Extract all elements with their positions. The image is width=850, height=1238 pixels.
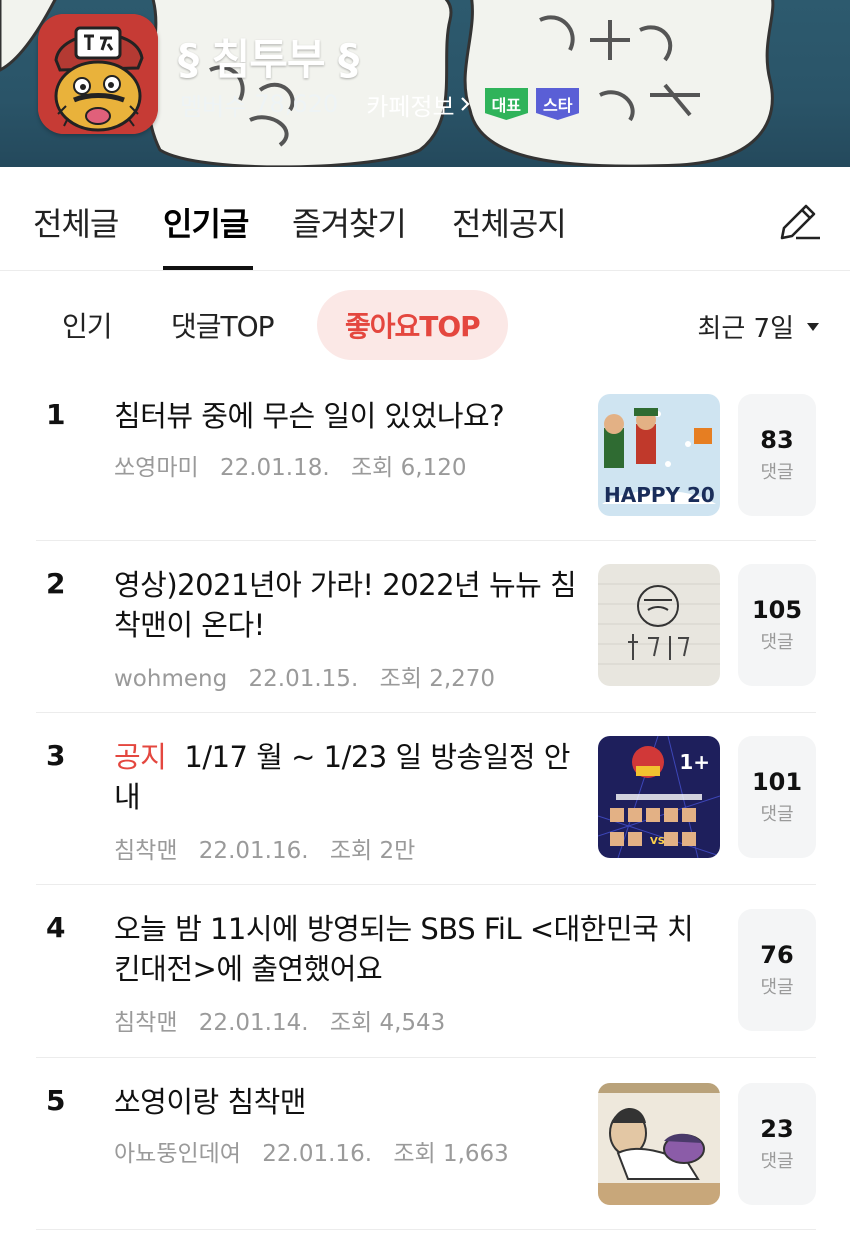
post-date: 22.01.16. — [198, 838, 309, 864]
post-title-text: 오늘 밤 11시에 방영되는 SBS FiL <대한민국 치킨대전>에 출연했어… — [114, 912, 694, 986]
post-thumbnail[interactable] — [598, 1083, 720, 1205]
post-thumbnail[interactable]: VS 1+ — [598, 736, 720, 858]
post-title-text: 영상)2021년아 가라! 2022년 뉴뉴 침착맨이 온다! — [114, 568, 577, 642]
post-item[interactable]: 5 쏘영이랑 침착맨 아뇨뚱인데여 22.01.16. 조회 1,663 23 … — [36, 1058, 816, 1230]
comment-count: 101 — [751, 768, 803, 796]
thumbnail-image: HAPPY 20 — [598, 394, 720, 516]
tab-all-notices[interactable]: 전체공지 — [452, 199, 567, 245]
post-title[interactable]: 영상)2021년아 가라! 2022년 뉴뉴 침착맨이 온다! — [114, 565, 582, 645]
comment-count-box[interactable]: 23 댓글 — [738, 1083, 816, 1205]
post-views: 조회 1,663 — [393, 1141, 509, 1167]
post-rank: 1 — [46, 398, 66, 431]
post-author: 아뇨뚱인데여 — [114, 1141, 241, 1167]
post-title[interactable]: 침터뷰 중에 무슨 일이 있었나요? — [114, 396, 582, 436]
badge-star[interactable]: 스타 — [536, 88, 580, 120]
post-rank: 2 — [46, 567, 66, 600]
post-title[interactable]: 오늘 밤 11시에 방영되는 SBS FiL <대한민국 치킨대전>에 출연했어… — [114, 909, 714, 989]
post-item[interactable]: 2 영상)2021년아 가라! 2022년 뉴뉴 침착맨이 온다! wohmen… — [36, 541, 816, 713]
pencil-icon[interactable] — [774, 194, 822, 242]
chevron-right-icon — [460, 97, 470, 111]
post-thumbnail[interactable]: HAPPY 20 — [598, 394, 720, 516]
period-dropdown[interactable]: 최근 7일 — [697, 308, 820, 345]
post-author: 쏘영마미 — [114, 455, 199, 481]
post-meta: 아뇨뚱인데여 22.01.16. 조회 1,663 — [114, 1134, 523, 1168]
comment-count: 76 — [760, 941, 794, 969]
main-tabs: 전체글 인기글 즐겨찾기 전체공지 — [0, 167, 850, 271]
cafe-info-link[interactable]: 카페정보 — [366, 87, 484, 122]
post-item[interactable]: 1 침터뷰 중에 무슨 일이 있었나요? 쏘영마미 22.01.18. 조회 6… — [36, 372, 816, 541]
thumbnail-image — [598, 564, 720, 686]
comment-label: 댓글 — [760, 1151, 794, 1172]
comment-count-box[interactable]: 76 댓글 — [738, 909, 816, 1031]
comment-label: 댓글 — [760, 462, 794, 483]
post-rank: 3 — [46, 739, 66, 772]
period-label: 최근 7일 — [697, 314, 794, 344]
filter-comments-top[interactable]: 댓글TOP — [171, 290, 275, 360]
post-title-text: 1/17 월 ~ 1/23 일 방송일정 안내 — [114, 740, 571, 814]
filter-popular[interactable]: 인기 — [62, 290, 113, 360]
post-meta: 침착맨 22.01.16. 조회 2만 — [114, 831, 429, 865]
post-item[interactable]: 4 오늘 밤 11시에 방영되는 SBS FiL <대한민국 치킨대전>에 출연… — [36, 885, 816, 1058]
comment-label: 댓글 — [760, 977, 794, 998]
post-meta: 침착맨 22.01.14. 조회 4,543 — [114, 1003, 459, 1037]
comment-count: 105 — [751, 596, 803, 624]
cafe-avatar-art — [38, 14, 158, 134]
post-title-text: 침터뷰 중에 무슨 일이 있었나요? — [114, 399, 505, 433]
post-item[interactable]: 3 공지 1/17 월 ~ 1/23 일 방송일정 안내 침착맨 22.01.16… — [36, 713, 816, 885]
comment-count-box[interactable]: 101 댓글 — [738, 736, 816, 858]
svg-text:VS: VS — [650, 836, 665, 847]
thumbnail-image — [598, 1083, 720, 1205]
post-date: 22.01.18. — [219, 455, 330, 481]
post-rank: 5 — [46, 1084, 66, 1117]
post-author: 침착맨 — [114, 838, 178, 864]
post-title[interactable]: 쏘영이랑 침착맨 — [114, 1082, 582, 1122]
post-title[interactable]: 공지 1/17 월 ~ 1/23 일 방송일정 안내 — [114, 737, 582, 817]
tab-all-posts[interactable]: 전체글 — [33, 199, 119, 245]
post-title-text: 쏘영이랑 침착맨 — [114, 1085, 306, 1119]
members-label: 멤버수 — [180, 92, 247, 121]
cafe-info-label: 카페정보 — [366, 92, 455, 121]
sort-filter-bar: 인기 댓글TOP 좋아요TOP 최근 7일 — [0, 290, 850, 362]
cafe-meta: 멤버수 78,620 카페정보 대표 스타 — [180, 86, 587, 122]
cafe-name: § 침투부 § — [178, 35, 359, 84]
post-thumbnail[interactable] — [598, 564, 720, 686]
cafe-header-banner: § 침투부 § 멤버수 78,620 카페정보 대표 스타 — [0, 0, 850, 167]
cafe-avatar[interactable] — [38, 14, 158, 134]
tab-favorites[interactable]: 즐겨찾기 — [292, 199, 407, 245]
post-author: wohmeng — [114, 666, 228, 692]
comment-label: 댓글 — [760, 632, 794, 653]
members-count: 78,620 — [254, 90, 339, 118]
filter-likes-top[interactable]: 좋아요TOP — [317, 290, 508, 360]
post-author: 침착맨 — [114, 1010, 178, 1036]
active-tab-indicator — [163, 266, 253, 270]
svg-text:HAPPY 20: HAPPY 20 — [604, 483, 715, 507]
notice-tag: 공지 — [114, 740, 167, 774]
comment-label: 댓글 — [760, 804, 794, 825]
comment-count: 23 — [760, 1115, 794, 1143]
comment-count-box[interactable]: 105 댓글 — [738, 564, 816, 686]
comment-count-box[interactable]: 83 댓글 — [738, 394, 816, 516]
caret-down-icon — [807, 322, 819, 331]
badge-representative[interactable]: 대표 — [484, 88, 529, 120]
thumbnail-count-badge: 1+ — [679, 750, 710, 774]
post-meta: 쏘영마미 22.01.18. 조회 6,120 — [114, 448, 480, 482]
post-views: 조회 2,270 — [379, 666, 496, 692]
post-meta: wohmeng 22.01.15. 조회 2,270 — [114, 659, 509, 693]
post-date: 22.01.15. — [248, 666, 359, 692]
post-date: 22.01.16. — [262, 1141, 373, 1167]
post-views: 조회 4,543 — [329, 1010, 446, 1036]
post-date: 22.01.14. — [198, 1010, 309, 1036]
post-rank: 4 — [46, 911, 66, 944]
post-views: 조회 2만 — [329, 838, 416, 864]
post-views: 조회 6,120 — [351, 455, 467, 481]
tab-popular-posts[interactable]: 인기글 — [163, 199, 249, 245]
comment-count: 83 — [760, 426, 794, 454]
